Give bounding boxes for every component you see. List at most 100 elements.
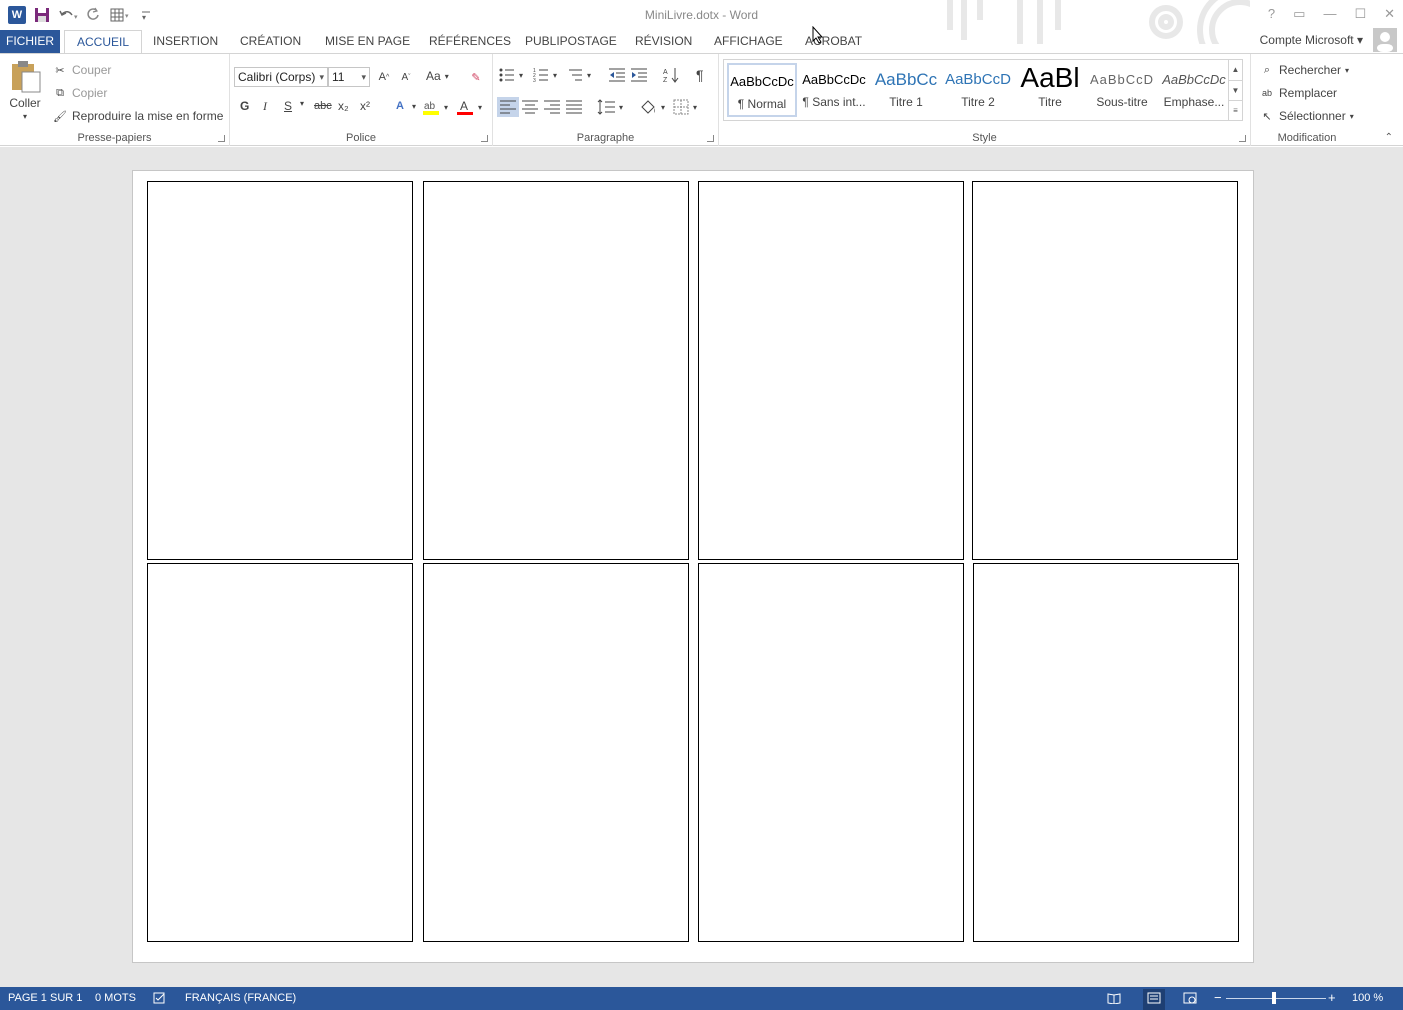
table-cell[interactable]: [147, 181, 413, 560]
style-sans-interligne[interactable]: AaBbCcDc ¶ Sans int...: [799, 63, 869, 117]
clear-formatting-button[interactable]: ✎: [468, 69, 484, 85]
table-cell[interactable]: [973, 563, 1239, 942]
zoom-out-button[interactable]: −: [1214, 990, 1222, 1005]
multilevel-list-dropdown-icon: ▾: [587, 70, 592, 80]
clipboard-launcher-icon[interactable]: [218, 135, 225, 142]
strikethrough-button[interactable]: abc: [314, 100, 332, 112]
grow-font-icon: A ^: [378, 71, 390, 83]
tab-insertion[interactable]: INSERTION: [153, 30, 218, 54]
ribbon-display-icon[interactable]: ▭: [1293, 6, 1305, 22]
table-cell[interactable]: [972, 181, 1238, 560]
change-case-button[interactable]: Aa ▾: [426, 69, 449, 83]
highlight-dropdown-icon: ▾: [444, 102, 449, 112]
proofing-icon[interactable]: [153, 992, 167, 1007]
minimize-icon[interactable]: —: [1323, 6, 1336, 22]
zoom-slider-thumb[interactable]: [1272, 992, 1276, 1004]
font-launcher-icon[interactable]: [481, 135, 488, 142]
format-painter-label: Reproduire la mise en forme: [72, 109, 224, 123]
tab-references[interactable]: RÉFÉRENCES: [429, 30, 511, 54]
highlight-button[interactable]: ab ▾: [422, 98, 448, 116]
show-marks-button[interactable]: ¶: [696, 67, 704, 83]
tab-creation[interactable]: CRÉATION: [240, 30, 301, 54]
gallery-up-icon[interactable]: ▲: [1229, 60, 1242, 80]
tab-publipostage[interactable]: PUBLIPOSTAGE: [525, 30, 617, 54]
gallery-more-icon[interactable]: ≡: [1229, 100, 1242, 120]
font-size-combo[interactable]: 11: [328, 67, 370, 87]
shrink-font-button[interactable]: Aˇ: [398, 69, 414, 85]
grow-font-button[interactable]: A ^: [376, 69, 392, 85]
zoom-slider[interactable]: [1226, 998, 1326, 999]
zoom-in-button[interactable]: +: [1328, 990, 1336, 1005]
borders-button[interactable]: ▾: [673, 99, 697, 115]
tab-mise-en-page[interactable]: MISE EN PAGE: [325, 30, 410, 54]
find-button[interactable]: ⌕ Rechercher ▾: [1259, 62, 1349, 78]
style-titre-1[interactable]: AaBbCc Titre 1: [871, 63, 941, 117]
underline-dropdown-icon[interactable]: ▾: [300, 99, 304, 108]
bold-button[interactable]: G: [240, 99, 249, 113]
replace-button[interactable]: ab Remplacer: [1259, 85, 1337, 101]
style-sous-titre[interactable]: AaBbCcD Sous-titre: [1087, 63, 1157, 117]
zoom-level[interactable]: 100 %: [1352, 992, 1383, 1004]
style-titre-2[interactable]: AaBbCcD Titre 2: [943, 63, 1013, 117]
font-group: Calibri (Corps) 11 A^ Aˇ Aa▾ ✎ G I S ▾ a…: [230, 54, 493, 146]
subscript-button[interactable]: x₂: [338, 99, 349, 113]
font-name-combo[interactable]: Calibri (Corps): [234, 67, 328, 87]
style-normal[interactable]: AaBbCcDc ¶ Normal: [727, 63, 797, 117]
italic-button[interactable]: I: [263, 99, 267, 114]
editing-group: ⌕ Rechercher ▾ ab Remplacer ↖ Sélectionn…: [1251, 54, 1363, 146]
align-left-button[interactable]: [497, 97, 519, 117]
font-color-button[interactable]: A ▾: [456, 98, 482, 116]
maximize-icon[interactable]: ☐: [1354, 6, 1366, 22]
tab-revision[interactable]: RÉVISION: [635, 30, 692, 54]
tab-affichage[interactable]: AFFICHAGE: [714, 30, 783, 54]
change-case-label: Aa: [426, 69, 441, 83]
word-count[interactable]: 0 MOTS: [95, 992, 136, 1004]
collapse-ribbon-icon[interactable]: ⌃: [1385, 132, 1393, 143]
table-cell[interactable]: [698, 181, 964, 560]
style-titre[interactable]: AaBl Titre: [1015, 63, 1085, 117]
page-indicator[interactable]: PAGE 1 SUR 1: [8, 992, 82, 1004]
language-indicator[interactable]: FRANÇAIS (FRANCE): [185, 992, 296, 1004]
table-cell[interactable]: [147, 563, 413, 942]
format-painter-button[interactable]: 🖌 Reproduire la mise en forme: [52, 108, 223, 124]
underline-button[interactable]: S: [284, 99, 292, 113]
read-mode-icon[interactable]: [1107, 992, 1121, 1007]
shading-button[interactable]: ▾: [639, 99, 665, 115]
paragraph-group-label: Paragraphe: [576, 132, 635, 144]
copy-label: Copier: [72, 86, 108, 100]
web-layout-icon[interactable]: [1183, 992, 1197, 1007]
close-icon[interactable]: ✕: [1384, 6, 1395, 22]
decrease-indent-icon: [609, 68, 625, 82]
cut-button[interactable]: ✂ Couper: [52, 62, 111, 78]
line-spacing-button[interactable]: ▾: [597, 99, 623, 115]
tab-accueil[interactable]: ACCUEIL: [64, 30, 143, 54]
styles-launcher-icon[interactable]: [1239, 135, 1246, 142]
document-page[interactable]: [132, 170, 1254, 963]
sort-button[interactable]: AZ: [663, 67, 679, 83]
justify-button[interactable]: [566, 100, 582, 114]
table-cell[interactable]: [423, 563, 689, 942]
gallery-down-icon[interactable]: ▼: [1229, 80, 1242, 100]
print-layout-icon[interactable]: [1143, 989, 1165, 1010]
align-center-button[interactable]: [522, 100, 538, 114]
tab-fichier[interactable]: FICHIER: [0, 30, 60, 54]
align-right-button[interactable]: [544, 100, 560, 114]
select-button[interactable]: ↖ Sélectionner ▾: [1259, 108, 1353, 124]
style-name: Titre 1: [889, 95, 923, 109]
paragraph-launcher-icon[interactable]: [707, 135, 714, 142]
help-icon[interactable]: ?: [1268, 6, 1275, 22]
avatar[interactable]: [1373, 28, 1397, 52]
text-effects-button[interactable]: A ▾: [392, 98, 416, 114]
increase-indent-button[interactable]: [631, 68, 647, 82]
account-menu[interactable]: Compte Microsoft ▾: [1260, 33, 1363, 47]
copy-button[interactable]: ⧉ Copier: [52, 85, 107, 101]
bullets-button[interactable]: ▾: [499, 68, 523, 82]
table-cell[interactable]: [423, 181, 689, 560]
table-cell[interactable]: [698, 563, 964, 942]
multilevel-list-button[interactable]: ▾: [567, 68, 591, 82]
decrease-indent-button[interactable]: [609, 68, 625, 82]
paste-button[interactable]: Coller ▾: [8, 60, 42, 121]
numbering-button[interactable]: 1 2 3 ▾: [533, 68, 557, 82]
style-emphase[interactable]: AaBbCcDc Emphase...: [1159, 63, 1229, 117]
superscript-button[interactable]: x²: [360, 99, 370, 113]
